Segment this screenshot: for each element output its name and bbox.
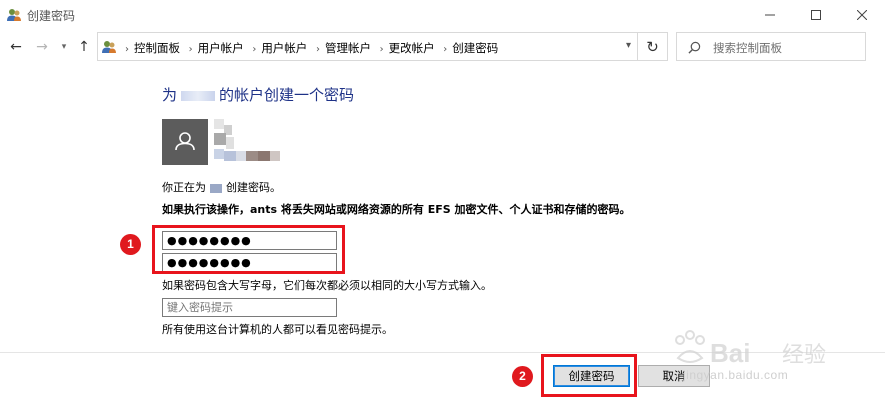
recent-locations-button[interactable]: ▾ bbox=[54, 38, 74, 56]
breadcrumb-item[interactable]: 更改帐户 bbox=[389, 41, 435, 55]
breadcrumb: › 控制面板 › 用户帐户 › 用户帐户 › 管理帐户 › 更改帐户 › 创建密码 bbox=[120, 40, 498, 56]
close-button[interactable] bbox=[839, 0, 885, 30]
chevron-down-icon[interactable]: ▾ bbox=[626, 40, 631, 51]
title-bar: 创建密码 bbox=[0, 0, 885, 30]
breadcrumb-separator: › bbox=[252, 44, 257, 55]
page-title: 为 的帐户创建一个密码 bbox=[162, 84, 354, 105]
highlight-box bbox=[152, 225, 345, 274]
watermark-url: jingyan.baidu.com bbox=[683, 368, 789, 382]
control-panel-icon bbox=[102, 41, 116, 53]
hint-note-text: 所有使用这台计算机的人都可以看见密码提示。 bbox=[162, 323, 393, 336]
search-placeholder: 搜索控制面板 bbox=[713, 41, 782, 55]
page-title-suffix: 的帐户创建一个密码 bbox=[219, 86, 355, 104]
case-note-text: 如果密码包含大写字母，它们每次都必须以相同的大小写方式输入。 bbox=[162, 279, 492, 292]
breadcrumb-item[interactable]: 用户帐户 bbox=[261, 41, 307, 55]
breadcrumb-item[interactable]: 用户帐户 bbox=[198, 41, 244, 55]
redacted-account-info bbox=[214, 119, 284, 165]
step-marker: 1 bbox=[120, 234, 141, 255]
info-suffix: 创建密码。 bbox=[226, 181, 281, 194]
avatar bbox=[162, 119, 208, 165]
user-icon bbox=[175, 132, 195, 151]
window-title: 创建密码 bbox=[27, 9, 76, 23]
redacted-username bbox=[181, 90, 216, 101]
breadcrumb-separator: › bbox=[125, 44, 129, 55]
step-marker: 2 bbox=[512, 366, 533, 387]
redacted-username bbox=[210, 183, 222, 193]
highlight-box bbox=[541, 354, 637, 397]
breadcrumb-separator: › bbox=[379, 44, 384, 55]
info-prefix: 你正在为 bbox=[162, 181, 206, 194]
breadcrumb-separator: › bbox=[443, 44, 448, 55]
minimize-button[interactable] bbox=[747, 0, 793, 30]
navigation-bar: ← → ▾ ↑ › 控制面板 › 用户帐户 › 用户帐户 › 管理帐户 › 更改帐户 › 创… bbox=[0, 30, 885, 64]
close-icon bbox=[857, 10, 867, 20]
maximize-button[interactable] bbox=[793, 0, 839, 30]
password-hint-field[interactable] bbox=[162, 298, 337, 317]
breadcrumb-item[interactable]: 创建密码 bbox=[452, 41, 498, 55]
users-icon bbox=[7, 9, 21, 21]
svg-text:Bai: Bai bbox=[710, 338, 750, 368]
breadcrumb-separator: › bbox=[188, 44, 193, 55]
info-text: 你正在为 创建密码。 bbox=[162, 179, 281, 195]
breadcrumb-item[interactable]: 控制面板 bbox=[134, 41, 180, 55]
refresh-button[interactable]: ↻ bbox=[638, 32, 668, 61]
efs-warning-text: 如果执行该操作，ants 将丢失网站或网络资源的所有 EFS 加密文件、个人证书… bbox=[162, 203, 631, 216]
address-bar[interactable]: › 控制面板 › 用户帐户 › 用户帐户 › 管理帐户 › 更改帐户 › 创建密码 ▾ bbox=[97, 32, 638, 61]
page-title-prefix: 为 bbox=[162, 86, 178, 104]
up-button[interactable]: ↑ bbox=[74, 38, 94, 56]
breadcrumb-item[interactable]: 管理帐户 bbox=[325, 41, 371, 55]
minimize-icon bbox=[765, 14, 775, 16]
forward-button[interactable]: → bbox=[32, 38, 52, 56]
maximize-icon bbox=[811, 10, 821, 20]
svg-text:经验: 经验 bbox=[782, 343, 826, 368]
back-button[interactable]: ← bbox=[6, 38, 26, 56]
search-box[interactable]: 搜索控制面板 bbox=[676, 32, 866, 61]
search-icon bbox=[688, 41, 701, 54]
breadcrumb-separator: › bbox=[315, 44, 320, 55]
